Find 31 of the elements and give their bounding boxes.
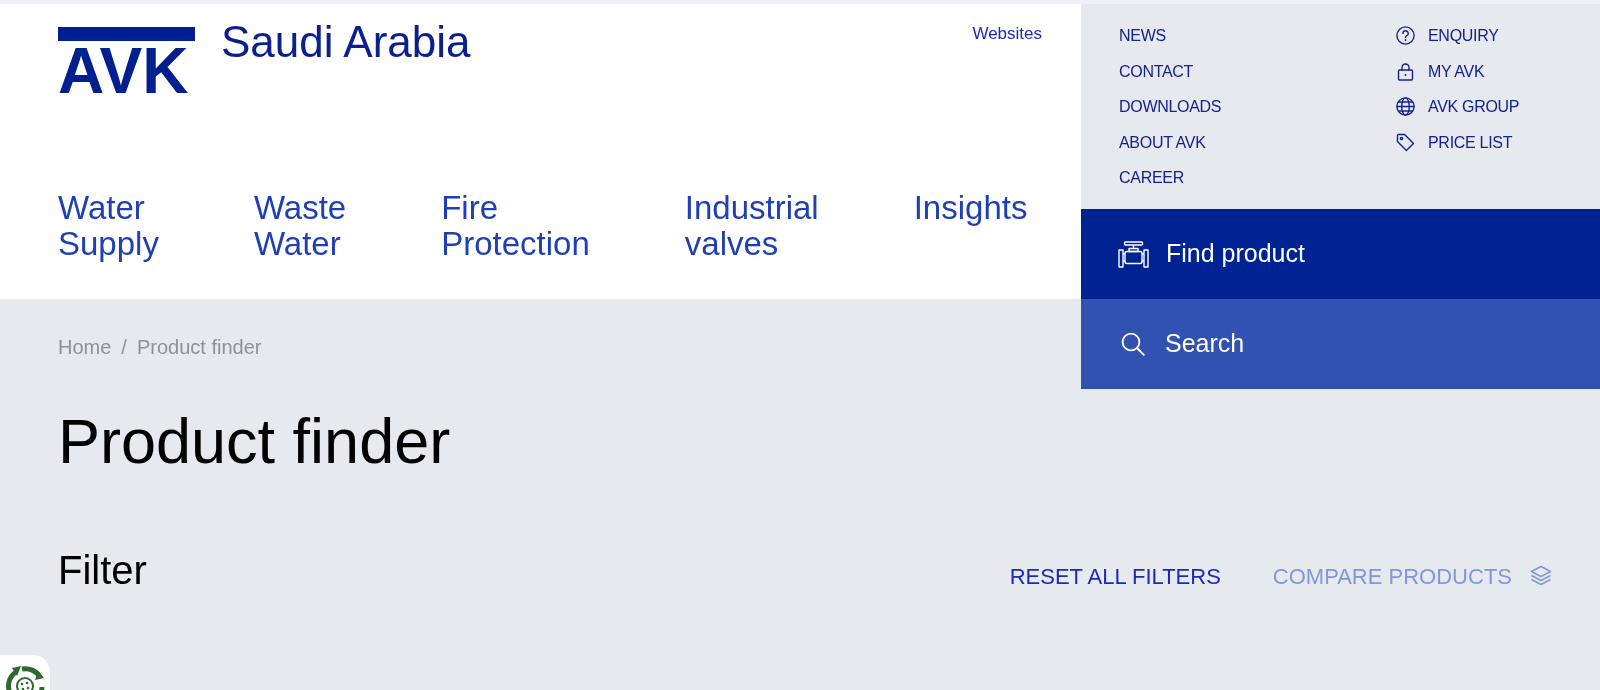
menu-link[interactable]: PRICE LIST <box>1396 124 1513 160</box>
nav-link[interactable]: Fire Protection <box>441 190 590 262</box>
menu-link[interactable]: CONTACT <box>1119 53 1194 89</box>
filter-heading: Filter <box>58 546 147 594</box>
page-title: Product finder <box>58 405 452 478</box>
find-product-button[interactable]: Find product <box>1081 209 1600 299</box>
nav-link[interactable]: Water Supply <box>58 190 159 262</box>
breadcrumb-separator: / <box>121 335 127 359</box>
layers-icon <box>1530 565 1552 588</box>
circular-arrows-icon[interactable] <box>0 655 50 690</box>
menu-link[interactable]: CAREER <box>1119 160 1184 196</box>
nav-link[interactable]: Insights <box>913 190 1028 226</box>
menu-link[interactable]: AVK GROUP <box>1396 89 1520 125</box>
menu-link[interactable]: DOWNLOADS <box>1119 89 1222 125</box>
nav-link[interactable]: Waste Water <box>253 190 347 262</box>
site-title[interactable]: Saudi Arabia <box>221 20 471 64</box>
menu-link[interactable]: MY AVK <box>1396 53 1485 89</box>
valve-icon <box>1118 240 1149 268</box>
nav-link[interactable]: Industrial valves <box>684 190 819 262</box>
padlock-icon <box>1396 61 1415 81</box>
websites-link[interactable]: Websites <box>972 24 1042 45</box>
avk-logo[interactable]: AVK <box>58 27 195 107</box>
search-button[interactable]: Search <box>1081 299 1600 389</box>
globe-icon <box>1396 97 1415 117</box>
menu-link[interactable]: ABOUT AVK <box>1119 124 1206 160</box>
question-circle-icon <box>1396 26 1415 46</box>
reset-filters-link[interactable]: RESET ALL FILTERS <box>1009 559 1221 593</box>
tag-icon <box>1396 132 1415 152</box>
search-icon <box>1121 332 1145 356</box>
menu-link[interactable]: ENQUIRY <box>1396 18 1499 54</box>
menu-link[interactable]: NEWS <box>1119 18 1166 54</box>
